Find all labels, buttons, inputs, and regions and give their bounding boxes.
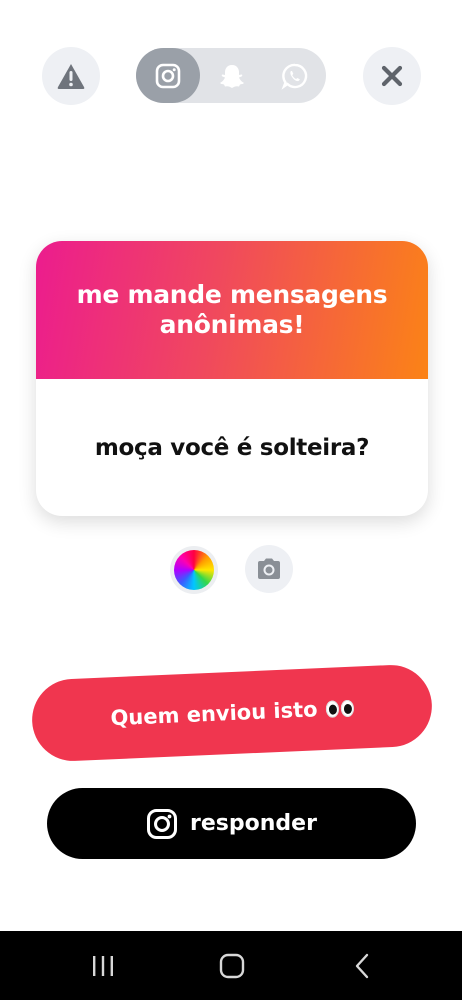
reply-button[interactable]: responder (47, 788, 416, 859)
system-nav-bar (0, 931, 462, 1000)
platform-whatsapp[interactable] (263, 48, 326, 103)
camera-icon (258, 558, 280, 579)
nav-recents-button[interactable] (73, 931, 133, 1000)
who-sent-label: Quem enviou isto (109, 697, 319, 731)
platform-switcher (136, 48, 326, 103)
recents-icon (93, 955, 113, 976)
message-text: moça você é solteira? (94, 434, 370, 461)
card-title: me mande mensagens anônimas! (76, 280, 388, 339)
close-icon (381, 65, 403, 87)
whatsapp-icon (280, 63, 307, 90)
platform-instagram[interactable] (136, 48, 200, 103)
back-icon (355, 953, 369, 978)
platform-snapchat[interactable] (200, 48, 263, 103)
snapchat-icon (219, 64, 244, 88)
color-picker-button[interactable] (170, 546, 218, 594)
who-sent-button[interactable]: Quem enviou isto (30, 663, 434, 763)
message-card: me mande mensagens anônimas! moça você é… (36, 241, 428, 516)
instagram-icon (147, 808, 178, 839)
warning-icon (57, 64, 85, 89)
report-button[interactable] (42, 47, 100, 105)
card-body: moça você é solteira? (36, 379, 428, 516)
nav-back-button[interactable] (332, 931, 392, 1000)
eyes-icon (325, 699, 354, 718)
color-wheel-icon (174, 550, 214, 590)
card-header: me mande mensagens anônimas! (36, 241, 428, 379)
close-button[interactable] (363, 47, 421, 105)
reply-label: responder (190, 811, 317, 836)
home-icon (219, 953, 245, 978)
nav-home-button[interactable] (202, 931, 262, 1000)
camera-button[interactable] (245, 545, 293, 593)
instagram-icon (155, 63, 181, 88)
